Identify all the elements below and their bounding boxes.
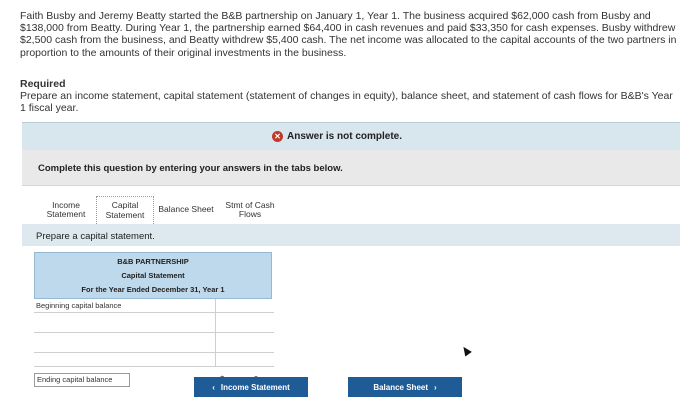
required-text: Prepare an income statement, capital sta… [20,90,673,115]
statement-name: Capital Statement [121,271,185,280]
row-label-input[interactable] [34,333,216,352]
instruction-text: Complete this question by entering your … [38,163,343,174]
answer-status-banner: ✕ Answer is not complete. [22,122,680,150]
tab-capital-statement[interactable]: Capital Statement [96,196,154,224]
beginning-capital-label: Beginning capital balance [34,299,216,312]
beginning-capital-input[interactable] [216,299,274,312]
tab-cash-flows[interactable]: Stmt of Cash Flows [218,196,282,224]
statement-tabs: Income Statement Capital Statement Balan… [36,196,282,224]
answer-status-text: Answer is not complete. [287,131,403,142]
statement-period: For the Year Ended December 31, Year 1 [81,285,225,294]
tab-income-statement[interactable]: Income Statement [36,196,96,224]
next-tab-button[interactable]: Balance Sheet › [348,377,462,397]
company-name: B&B PARTNERSHIP [117,257,189,266]
tab-balance-sheet[interactable]: Balance Sheet [154,196,218,224]
chevron-right-icon: › [434,382,437,392]
statement-header: B&B PARTNERSHIP Capital Statement For th… [34,252,272,299]
row-value-input[interactable] [216,333,274,352]
instruction-box: Complete this question by entering your … [22,150,680,186]
error-icon: ✕ [272,131,283,142]
next-tab-label: Balance Sheet [373,382,429,392]
answer-status: ✕ Answer is not complete. [272,131,402,142]
required-title: Required [20,78,66,90]
prev-tab-label: Income Statement [220,382,290,392]
prev-tab-button[interactable]: ‹ Income Statement [194,377,308,397]
table-row: Beginning capital balance [34,299,274,313]
table-row [34,333,274,353]
table-row [34,353,274,367]
capital-statement-table: Beginning capital balance Ending capital… [34,299,274,387]
row-value-input[interactable] [216,353,274,366]
mouse-cursor-icon [460,344,472,357]
prompt-bar: Prepare a capital statement. [22,224,680,246]
problem-text: Faith Busby and Jeremy Beatty started th… [20,10,677,59]
prompt-text: Prepare a capital statement. [36,231,155,242]
row-label-input[interactable] [34,353,216,366]
row-value-input[interactable] [216,313,274,332]
chevron-left-icon: ‹ [212,382,215,392]
row-label-input[interactable] [34,313,216,332]
table-row [34,313,274,333]
ending-capital-label: Ending capital balance [34,373,130,387]
